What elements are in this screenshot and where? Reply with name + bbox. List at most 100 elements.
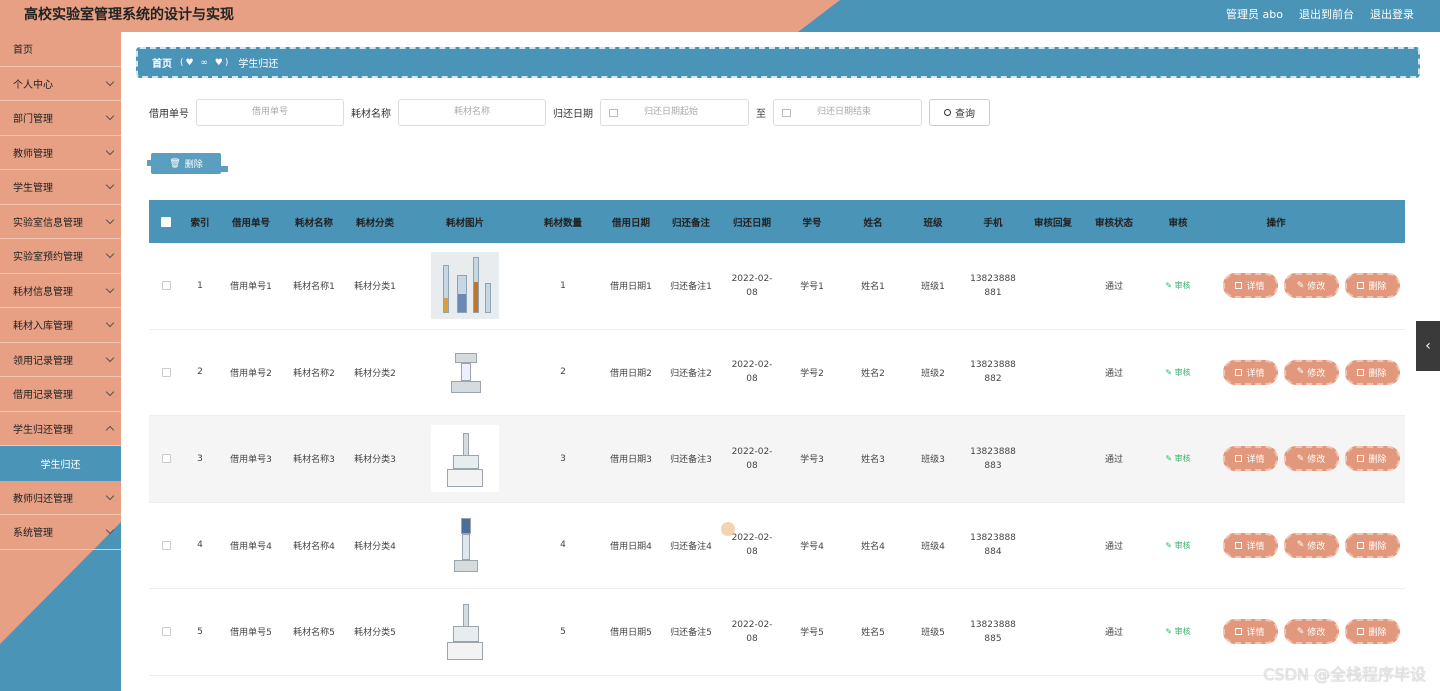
detail-button[interactable]: 详情 [1222, 359, 1278, 385]
cell-return-note: 归还备注2 [670, 368, 712, 379]
borrow-no-input[interactable]: 借用单号 [196, 99, 344, 126]
phone-line2: 883 [984, 460, 1002, 471]
edit-button-label: 修改 [1307, 628, 1326, 639]
sidebar-item-profile[interactable]: 个人中心 [0, 67, 121, 101]
delete-button[interactable]: 删除 [1344, 532, 1400, 558]
cell-index: 2 [197, 367, 203, 378]
detail-button[interactable]: 详情 [1222, 273, 1278, 299]
table-header: 索引 借用单号 耗材名称 耗材分类 耗材图片 耗材数量 借用日期 归还备注 归还… [149, 200, 1405, 243]
cell-actions: 详情 ✎ 修改 删除 [1211, 532, 1411, 558]
logout-link[interactable]: 退出登录 [1370, 6, 1414, 22]
sidebar-item-label: 实验室信息管理 [13, 217, 83, 229]
sidebar-item-lab-info[interactable]: 实验室信息管理 [0, 205, 121, 239]
cell-borrow-date: 借用日期3 [610, 455, 652, 466]
edit-button[interactable]: ✎ 修改 [1283, 619, 1339, 645]
audit-link[interactable]: ✎ 审核 [1165, 627, 1190, 636]
device-shape [447, 469, 483, 488]
cell-material-image [407, 598, 523, 666]
sidebar-item-teacher-return[interactable]: 教师归还管理 [0, 481, 121, 515]
trash-icon [1357, 455, 1365, 463]
detail-button[interactable]: 详情 [1222, 446, 1278, 472]
return-date-end-input[interactable]: 归还日期结束 [773, 99, 922, 126]
select-all-checkbox[interactable] [161, 216, 171, 227]
detail-button-label: 详情 [1246, 282, 1265, 293]
back-to-front-link[interactable]: 退出到前台 [1299, 6, 1354, 22]
phone-line2: 885 [984, 633, 1002, 644]
cell-index: 3 [197, 453, 203, 464]
row-checkbox[interactable] [161, 627, 171, 637]
row-checkbox[interactable] [161, 367, 171, 377]
device-shape [462, 533, 470, 560]
col-audit-reply: 审核回复 [1033, 217, 1072, 229]
sidebar-item-department[interactable]: 部门管理 [0, 101, 121, 136]
sidebar-item-student-return[interactable]: 学生归还管理 [0, 412, 121, 446]
cell-phone: 13823888 883 [963, 445, 1023, 473]
audit-link-label: 审核 [1174, 281, 1191, 291]
sidebar-item-material-stock[interactable]: 耗材入库管理 [0, 308, 121, 343]
table-row: 2 借用单号2 耗材名称2 耗材分类2 2 借用日期2 归还备注2 2022-0… [149, 330, 1405, 416]
row-checkbox[interactable] [161, 540, 171, 550]
breadcrumb-home[interactable]: 首页 [152, 55, 172, 70]
watermark: CSDN @全栈程序毕设 [1263, 665, 1426, 684]
sidebar-item-student[interactable]: 学生管理 [0, 170, 121, 205]
cell-student-id: 学号3 [800, 455, 824, 466]
audit-link[interactable]: ✎ 审核 [1165, 541, 1190, 550]
detail-button[interactable]: 详情 [1222, 619, 1278, 645]
batch-delete-button[interactable]: 🗑 删除 [147, 153, 228, 174]
edit-button[interactable]: ✎ 修改 [1283, 359, 1339, 385]
sidebar-item-teacher[interactable]: 教师管理 [0, 136, 121, 170]
header-actions: 管理员 abo 退出到前台 退出登录 [1226, 6, 1414, 22]
cell-audit: ✎ 审核 [1145, 367, 1211, 378]
cell-material-name: 耗材名称5 [293, 628, 335, 639]
sidebar-item-borrow-record[interactable]: 借用记录管理 [0, 377, 121, 412]
sidebar-subitem-student-return[interactable]: 学生归还 [0, 446, 121, 481]
collapse-panel-handle[interactable]: ‹ [1416, 321, 1440, 371]
query-button-label: 查询 [955, 109, 975, 120]
audit-link[interactable]: ✎ 审核 [1165, 281, 1190, 290]
trash-icon: 🗑 [169, 158, 181, 169]
cell-audit-status: 通过 [1104, 541, 1123, 552]
delete-button[interactable]: 删除 [1344, 273, 1400, 299]
sidebar-item-label: 借用记录管理 [13, 390, 73, 402]
query-button[interactable]: 查询 [929, 99, 990, 126]
col-material-category: 耗材分类 [355, 217, 394, 229]
delete-button[interactable]: 删除 [1344, 619, 1400, 645]
cell-material-category: 耗材分类3 [354, 455, 396, 466]
detail-button[interactable]: 详情 [1222, 532, 1278, 558]
row-checkbox[interactable] [161, 281, 171, 291]
sidebar-item-label: 实验室预约管理 [13, 252, 83, 264]
return-date-line2: 08 [746, 287, 758, 298]
edit-button[interactable]: ✎ 修改 [1283, 446, 1339, 472]
audit-link[interactable]: ✎ 审核 [1165, 368, 1190, 377]
material-image [431, 511, 499, 579]
sidebar-item-lab-booking[interactable]: 实验室预约管理 [0, 239, 121, 274]
return-date-start-input[interactable]: 归还日期起始 [600, 99, 749, 126]
audit-link[interactable]: ✎ 审核 [1165, 454, 1190, 463]
sidebar-item-system[interactable]: 系统管理 [0, 515, 121, 550]
cell-return-date: 2022-02- 08 [723, 272, 781, 300]
pencil-icon: ✎ [1296, 540, 1305, 551]
material-image [431, 425, 499, 493]
breadcrumb-current: 学生归还 [238, 59, 279, 70]
sidebar-item-home[interactable]: 首页 [0, 32, 121, 67]
row-select-cell [149, 281, 183, 291]
material-name-input[interactable]: 耗材名称 [398, 99, 546, 126]
select-all-cell [149, 216, 183, 227]
sidebar-item-label: 教师归还管理 [13, 493, 73, 505]
admin-label[interactable]: 管理员 abo [1226, 6, 1283, 22]
delete-button[interactable]: 删除 [1344, 446, 1400, 472]
phone-line1: 13823888 [970, 619, 1016, 630]
row-checkbox[interactable] [161, 454, 171, 464]
row-actions: 详情 ✎ 修改 删除 [1211, 446, 1411, 472]
sidebar-item-label: 教师管理 [13, 148, 53, 160]
edit-button[interactable]: ✎ 修改 [1283, 273, 1339, 299]
trash-icon [1357, 541, 1365, 549]
date-start-placeholder: 归还日期起始 [644, 107, 699, 117]
delete-button[interactable]: 删除 [1344, 359, 1400, 385]
edit-button[interactable]: ✎ 修改 [1283, 532, 1339, 558]
sidebar-item-receive-record[interactable]: 领用记录管理 [0, 343, 121, 377]
mouse-cursor [721, 522, 735, 536]
sidebar-item-material-info[interactable]: 耗材信息管理 [0, 274, 121, 308]
return-date-line2: 08 [746, 547, 758, 558]
col-return-note: 归还备注 [671, 217, 710, 229]
